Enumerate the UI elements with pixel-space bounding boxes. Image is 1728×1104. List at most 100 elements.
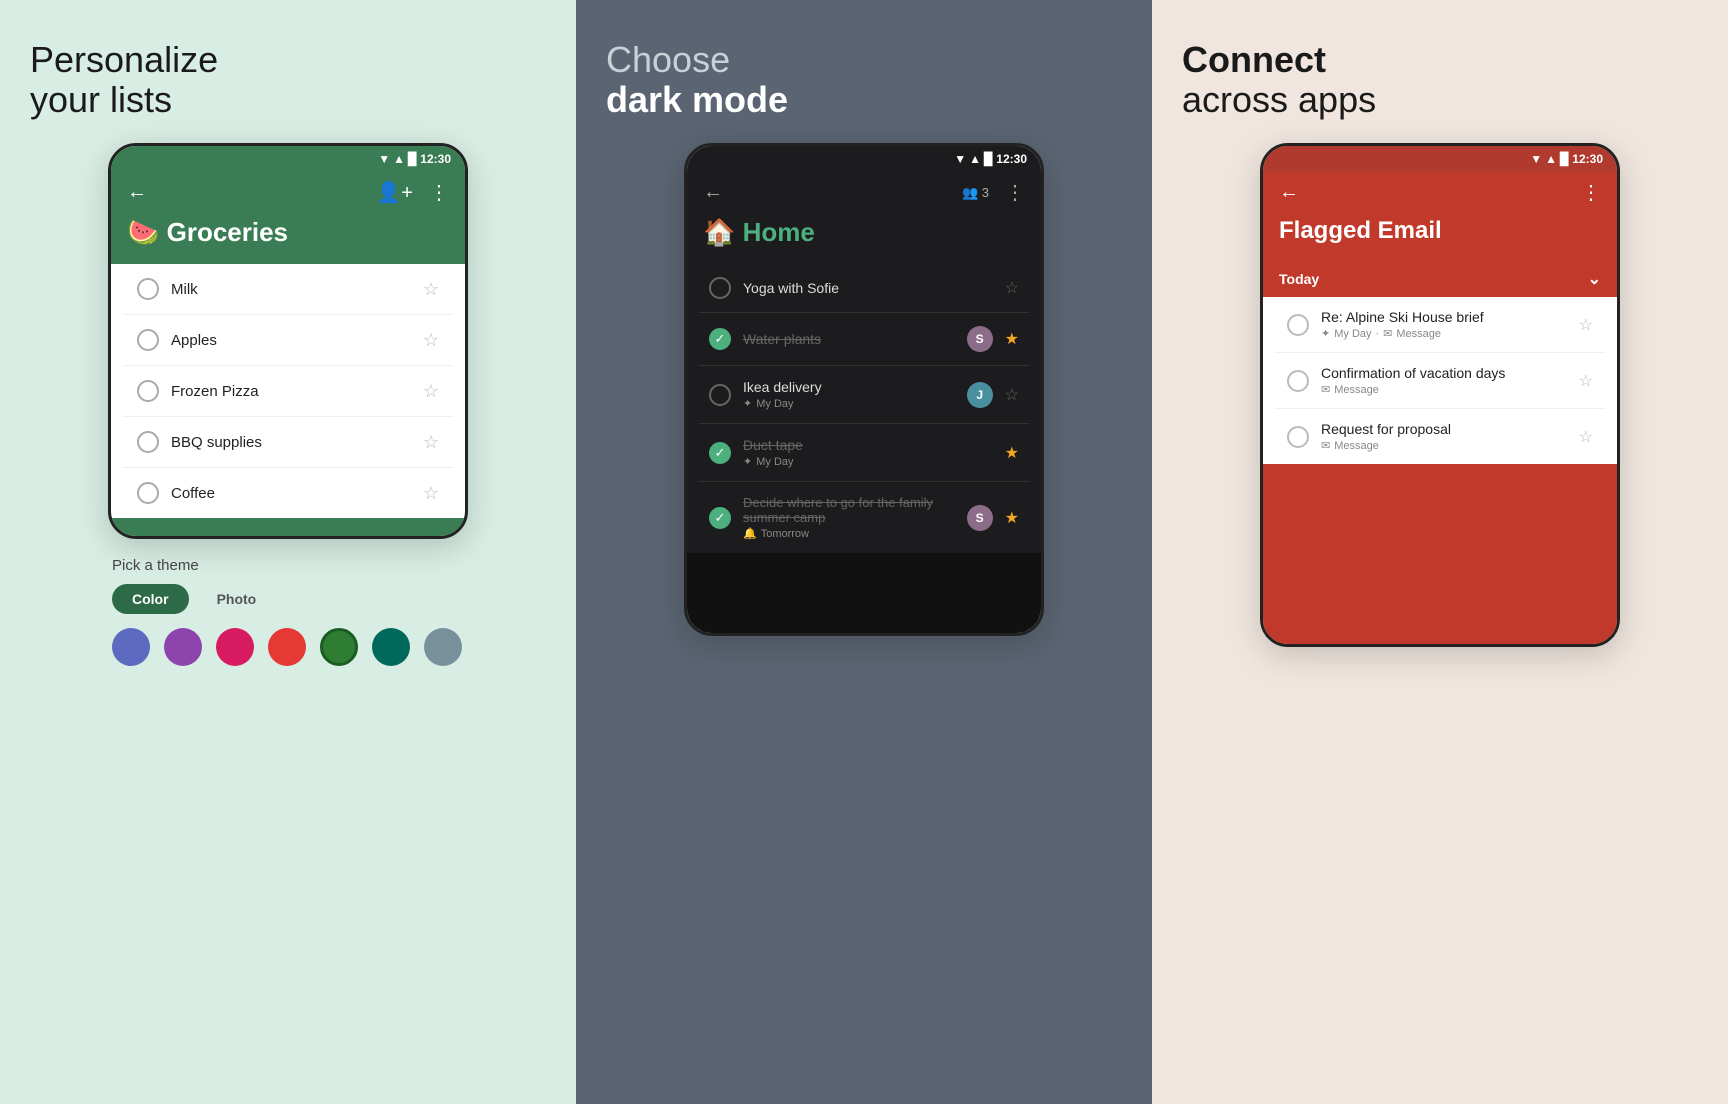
list-item[interactable]: Coffee ☆ bbox=[123, 468, 453, 518]
check-circle[interactable]: ✓ bbox=[709, 507, 731, 529]
back-icon-3[interactable]: ← bbox=[1279, 181, 1299, 204]
dark-item-label: Duct tape bbox=[743, 437, 993, 453]
star-icon[interactable]: ☆ bbox=[1005, 278, 1019, 298]
color-swatch-gray[interactable] bbox=[424, 628, 462, 666]
more-icon-3[interactable]: ⋮ bbox=[1581, 180, 1601, 205]
check-circle[interactable] bbox=[137, 380, 159, 402]
avatar: S bbox=[967, 326, 993, 352]
star-icon[interactable]: ☆ bbox=[423, 432, 439, 453]
back-icon-1[interactable]: ← bbox=[127, 181, 147, 204]
dark-bottom-area bbox=[687, 553, 1041, 633]
signal-icon-2: ▲ bbox=[969, 152, 981, 166]
check-circle[interactable] bbox=[1287, 314, 1309, 336]
star-icon-filled[interactable]: ★ bbox=[1005, 508, 1019, 528]
dark-list-item[interactable]: Ikea delivery ✦ My Day J ☆ bbox=[699, 366, 1029, 424]
star-icon-filled[interactable]: ★ bbox=[1005, 443, 1019, 463]
theme-tab-color[interactable]: Color bbox=[112, 584, 189, 614]
people-badge: 👥 3 bbox=[962, 185, 989, 201]
check-circle[interactable] bbox=[1287, 426, 1309, 448]
star-icon[interactable]: ☆ bbox=[1579, 427, 1593, 447]
color-swatch-purple[interactable] bbox=[164, 628, 202, 666]
message-tag: Message bbox=[1396, 328, 1441, 340]
star-icon[interactable]: ☆ bbox=[423, 330, 439, 351]
check-circle[interactable] bbox=[709, 277, 731, 299]
green-app-title-area: 🍉 Groceries bbox=[111, 217, 465, 264]
red-item-col: Confirmation of vacation days ✉ Message bbox=[1321, 365, 1567, 396]
list-item[interactable]: Milk ☆ bbox=[123, 264, 453, 315]
tomorrow-label: Tomorrow bbox=[761, 528, 809, 540]
red-app-title-area: Flagged Email bbox=[1263, 217, 1617, 261]
email-title: Confirmation of vacation days bbox=[1321, 365, 1567, 381]
clock-icon: 🔔 bbox=[743, 527, 757, 540]
wifi-icon: ▼ bbox=[378, 152, 390, 166]
signal-icon: ▲ bbox=[393, 152, 405, 166]
check-circle[interactable] bbox=[1287, 370, 1309, 392]
theme-label: Pick a theme bbox=[112, 557, 464, 574]
wifi-icon-2: ▼ bbox=[954, 152, 966, 166]
dark-app-title: 🏠 Home bbox=[703, 217, 1025, 248]
signal-icon-3: ▲ bbox=[1545, 152, 1557, 166]
dark-list-item[interactable]: ✓ Water plants S ★ bbox=[699, 313, 1029, 366]
star-icon[interactable]: ☆ bbox=[423, 381, 439, 402]
red-section-header: Today ⌄ bbox=[1263, 261, 1617, 297]
star-icon[interactable]: ☆ bbox=[1579, 315, 1593, 335]
red-list-item[interactable]: Re: Alpine Ski House brief ✦ My Day · ✉ … bbox=[1275, 297, 1605, 353]
myday-tag: My Day bbox=[1334, 328, 1371, 340]
panel3-title: Connect across apps bbox=[1182, 40, 1698, 119]
back-icon-2[interactable]: ← bbox=[703, 181, 723, 204]
check-circle[interactable]: ✓ bbox=[709, 442, 731, 464]
email-sub: ✉ Message bbox=[1321, 439, 1567, 452]
dark-list-item[interactable]: Yoga with Sofie ☆ bbox=[699, 264, 1029, 313]
dark-list-item[interactable]: ✓ Duct tape ✦ My Day ★ bbox=[699, 424, 1029, 482]
expand-icon[interactable]: ⌄ bbox=[1588, 269, 1601, 289]
check-circle[interactable] bbox=[137, 329, 159, 351]
color-swatch-green[interactable] bbox=[320, 628, 358, 666]
red-email-list: Re: Alpine Ski House brief ✦ My Day · ✉ … bbox=[1275, 297, 1605, 464]
check-circle[interactable] bbox=[137, 482, 159, 504]
color-swatch-pink[interactable] bbox=[216, 628, 254, 666]
green-app-title: 🍉 Groceries bbox=[127, 217, 449, 248]
grocery-title-text: Groceries bbox=[167, 217, 288, 247]
color-swatch-teal[interactable] bbox=[372, 628, 410, 666]
check-circle[interactable]: ✓ bbox=[709, 328, 731, 350]
star-icon[interactable]: ☆ bbox=[1579, 371, 1593, 391]
color-swatch-blue[interactable] bbox=[112, 628, 150, 666]
panel-darkmode: Choose dark mode ▼ ▲ ▉ 12:30 ← 👥 3 ⋮ bbox=[576, 0, 1152, 1104]
red-list-item[interactable]: Confirmation of vacation days ✉ Message … bbox=[1275, 353, 1605, 409]
star-icon-filled[interactable]: ★ bbox=[1005, 329, 1019, 349]
red-bottom-area bbox=[1263, 464, 1617, 644]
item-label: Frozen Pizza bbox=[171, 383, 411, 400]
list-item[interactable]: BBQ supplies ☆ bbox=[123, 417, 453, 468]
add-person-icon[interactable]: 👤+ bbox=[376, 180, 413, 205]
check-circle[interactable] bbox=[137, 278, 159, 300]
theme-tabs: Color Photo bbox=[112, 584, 464, 614]
check-circle[interactable] bbox=[709, 384, 731, 406]
home-emoji: 🏠 bbox=[703, 217, 735, 247]
email-title: Re: Alpine Ski House brief bbox=[1321, 309, 1567, 325]
star-icon[interactable]: ☆ bbox=[1005, 385, 1019, 405]
dark-list-item[interactable]: ✓ Decide where to go for the family summ… bbox=[699, 482, 1029, 553]
theme-tab-photo[interactable]: Photo bbox=[197, 584, 277, 614]
check-circle[interactable] bbox=[137, 431, 159, 453]
color-swatch-red[interactable] bbox=[268, 628, 306, 666]
panel1-title-light: your lists bbox=[30, 79, 172, 120]
red-list-item[interactable]: Request for proposal ✉ Message ☆ bbox=[1275, 409, 1605, 464]
item-sub: ✦ My Day bbox=[743, 397, 955, 410]
dark-app-title-area: 🏠 Home bbox=[687, 217, 1041, 264]
green-toolbar: ← 👤+ ⋮ bbox=[111, 172, 465, 217]
list-item[interactable]: Frozen Pizza ☆ bbox=[123, 366, 453, 417]
star-icon[interactable]: ☆ bbox=[423, 483, 439, 504]
item-label: Apples bbox=[171, 332, 411, 349]
dark-item-label: Ikea delivery bbox=[743, 379, 955, 395]
panel3-title-bold: Connect bbox=[1182, 39, 1326, 80]
panel3-title-light: across apps bbox=[1182, 79, 1376, 120]
message-icon: ✉ bbox=[1383, 327, 1392, 340]
star-icon[interactable]: ☆ bbox=[423, 279, 439, 300]
item-sub: ✦ My Day bbox=[743, 455, 993, 468]
phone-mockup-1: ▼ ▲ ▉ 12:30 ← 👤+ ⋮ 🍉 Groceries bbox=[108, 143, 468, 539]
list-item[interactable]: Apples ☆ bbox=[123, 315, 453, 366]
time-display-2: 12:30 bbox=[996, 152, 1027, 166]
more-icon-2[interactable]: ⋮ bbox=[1005, 180, 1025, 205]
more-icon-1[interactable]: ⋮ bbox=[429, 180, 449, 205]
item-label: BBQ supplies bbox=[171, 434, 411, 451]
